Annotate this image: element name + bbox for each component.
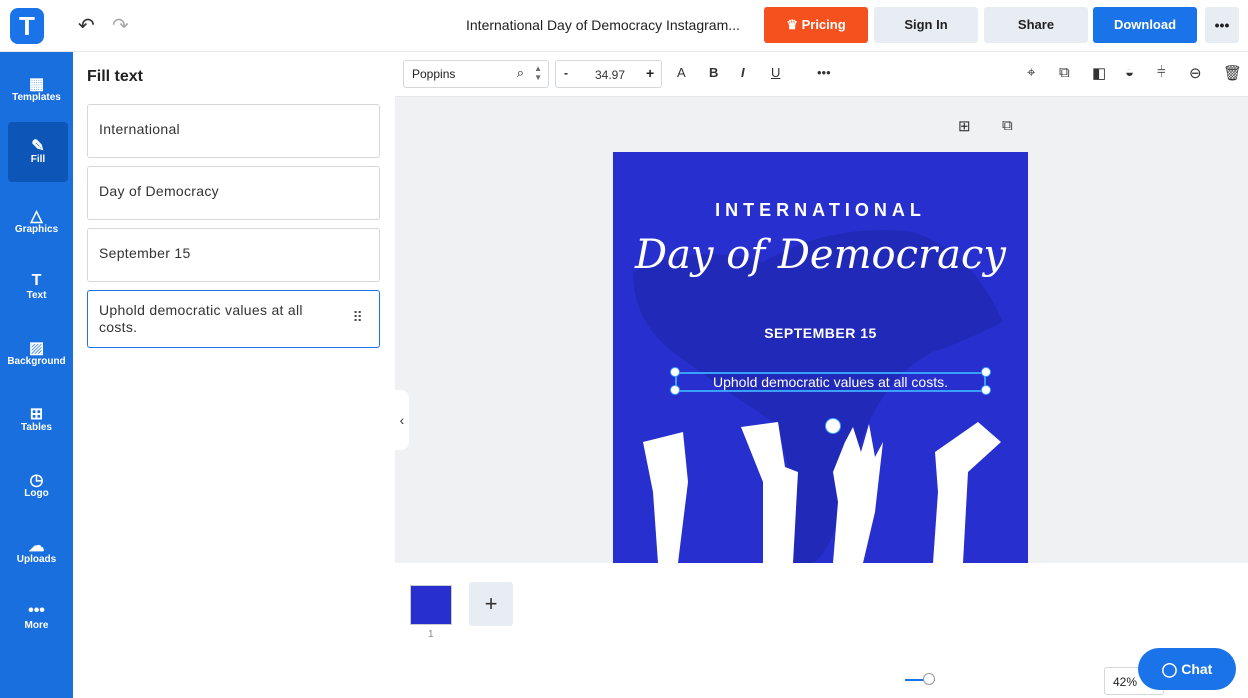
opacity-icon[interactable]: ◒ xyxy=(1125,64,1134,81)
text-field-international[interactable]: International xyxy=(87,104,380,158)
sidebar-item-label: Uploads xyxy=(16,554,57,565)
chat-label: Chat xyxy=(1181,661,1213,677)
sidebar-item-label: Text xyxy=(26,290,47,301)
app-logo[interactable]: T xyxy=(10,8,44,44)
text-field-day-of-democracy[interactable]: Day of Democracy xyxy=(87,166,380,220)
add-page-icon[interactable]: ⊞ xyxy=(958,117,971,135)
sidebar-item-label: Tables xyxy=(21,422,52,433)
font-size-control: - 34.97 + xyxy=(555,60,662,88)
table-icon: ⊞ xyxy=(29,406,44,423)
zoom-slider-knob[interactable] xyxy=(923,673,935,685)
copy-page-icon[interactable]: ⧉ xyxy=(1002,117,1013,134)
sidebar-item-logo[interactable]: ◷ Logo xyxy=(0,456,73,516)
crown-icon: ♛ xyxy=(786,17,802,32)
text-field-value: Uphold democratic values at all costs. xyxy=(99,302,303,335)
download-button[interactable]: Download xyxy=(1093,7,1197,43)
layer-icon[interactable]: ◧ xyxy=(1092,64,1106,82)
chat-button[interactable]: ◯ Chat xyxy=(1138,648,1236,690)
sidebar-item-templates[interactable]: ▦ Templates xyxy=(0,60,73,120)
decrease-size-button[interactable]: - xyxy=(564,66,568,80)
page-number: 1 xyxy=(428,629,434,640)
pricing-label: Pricing xyxy=(801,17,846,32)
page-thumbnail[interactable] xyxy=(410,585,452,625)
background-icon: ▨ xyxy=(28,340,45,357)
page-strip: 1 + 42% xyxy=(395,563,1248,698)
format-toolbar: Poppins ⌕ ▲ ▼ - 34.97 + A B I U ••• ⌖ ⧉ ◧… xyxy=(395,52,1248,97)
sidebar-item-label: More xyxy=(24,620,49,631)
sidebar-item-uploads[interactable]: ☁ Uploads xyxy=(0,522,73,582)
sidebar-item-label: Logo xyxy=(24,488,49,499)
sidebar-item-more[interactable]: ••• More xyxy=(0,588,73,648)
drag-handle-icon[interactable]: ⠿ xyxy=(352,309,363,326)
sidebar-item-label: Graphics xyxy=(14,224,59,235)
italic-icon[interactable]: I xyxy=(741,65,745,80)
sidebar-item-label: Background xyxy=(7,356,66,367)
more-icon: ••• xyxy=(28,602,45,619)
design-canvas[interactable]: INTERNATIONAL Day of Democracy SEPTEMBER… xyxy=(613,152,1028,563)
redo-icon[interactable]: ↷ xyxy=(112,13,129,38)
sidebar-item-tables[interactable]: ⊞ Tables xyxy=(0,390,73,450)
font-select[interactable]: Poppins ⌕ ▲ ▼ xyxy=(403,60,549,88)
left-rail: ▦ Templates ✎ Fill △ Graphics T Text ▨ Backgr… xyxy=(0,52,73,698)
font-size-input[interactable]: 34.97 xyxy=(595,68,625,82)
document-title[interactable]: International Day of Democracy Instagram… xyxy=(466,17,740,33)
pencil-icon: ✎ xyxy=(31,138,45,155)
templates-icon: ▦ xyxy=(28,76,45,93)
raised-hands-illustration xyxy=(643,422,1001,563)
sign-in-button[interactable]: Sign In xyxy=(874,7,978,43)
font-name: Poppins xyxy=(412,67,456,81)
duplicate-icon[interactable]: ⧉ xyxy=(1059,64,1070,81)
increase-size-button[interactable]: + xyxy=(646,65,654,81)
collapse-panel-icon[interactable]: ‹ xyxy=(395,390,409,450)
sidebar-item-graphics[interactable]: △ Graphics xyxy=(0,192,73,252)
spinner-icon[interactable]: ▲ ▼ xyxy=(534,64,542,82)
underline-icon[interactable]: U xyxy=(771,65,780,80)
sidebar-item-label: Fill xyxy=(30,154,46,165)
logo-icon: ◷ xyxy=(29,472,44,489)
panel-title: Fill text xyxy=(87,68,144,85)
text-field-uphold[interactable]: Uphold democratic values at all costs. ⠿ xyxy=(87,290,380,348)
sidebar-item-fill[interactable]: ✎ Fill xyxy=(8,122,68,182)
shapes-icon: △ xyxy=(30,208,43,225)
bold-icon[interactable]: B xyxy=(709,65,718,80)
add-page-button[interactable]: + xyxy=(469,582,513,626)
undo-icon[interactable]: ↶ xyxy=(78,13,95,38)
top-bar: T ↶ ↷ International Day of Democracy Ins… xyxy=(0,0,1248,52)
fill-text-panel: Fill text International Day of Democracy… xyxy=(73,52,395,698)
more-options-button[interactable]: ••• xyxy=(1205,7,1239,43)
paint-format-icon[interactable]: ⌖ xyxy=(1027,64,1035,81)
sidebar-item-text[interactable]: T Text xyxy=(0,258,73,318)
align-icon[interactable]: ⫩ xyxy=(1157,64,1166,81)
text-icon: T xyxy=(31,272,42,289)
share-button[interactable]: Share xyxy=(984,7,1088,43)
sidebar-item-background[interactable]: ▨ Background xyxy=(0,324,73,384)
sidebar-item-label: Templates xyxy=(12,92,61,103)
cloud-upload-icon: ☁ xyxy=(28,538,45,555)
delete-icon[interactable]: 🗑 xyxy=(1223,64,1242,82)
chat-icon: ◯ xyxy=(1161,661,1182,677)
text-case-icon[interactable]: A xyxy=(677,65,686,80)
more-format-icon[interactable]: ••• xyxy=(817,65,831,80)
link-icon[interactable]: ⊖ xyxy=(1189,64,1202,82)
text-field-september[interactable]: September 15 xyxy=(87,228,380,282)
search-icon[interactable]: ⌕ xyxy=(517,65,524,81)
pricing-button[interactable]: ♛ Pricing xyxy=(764,7,868,43)
